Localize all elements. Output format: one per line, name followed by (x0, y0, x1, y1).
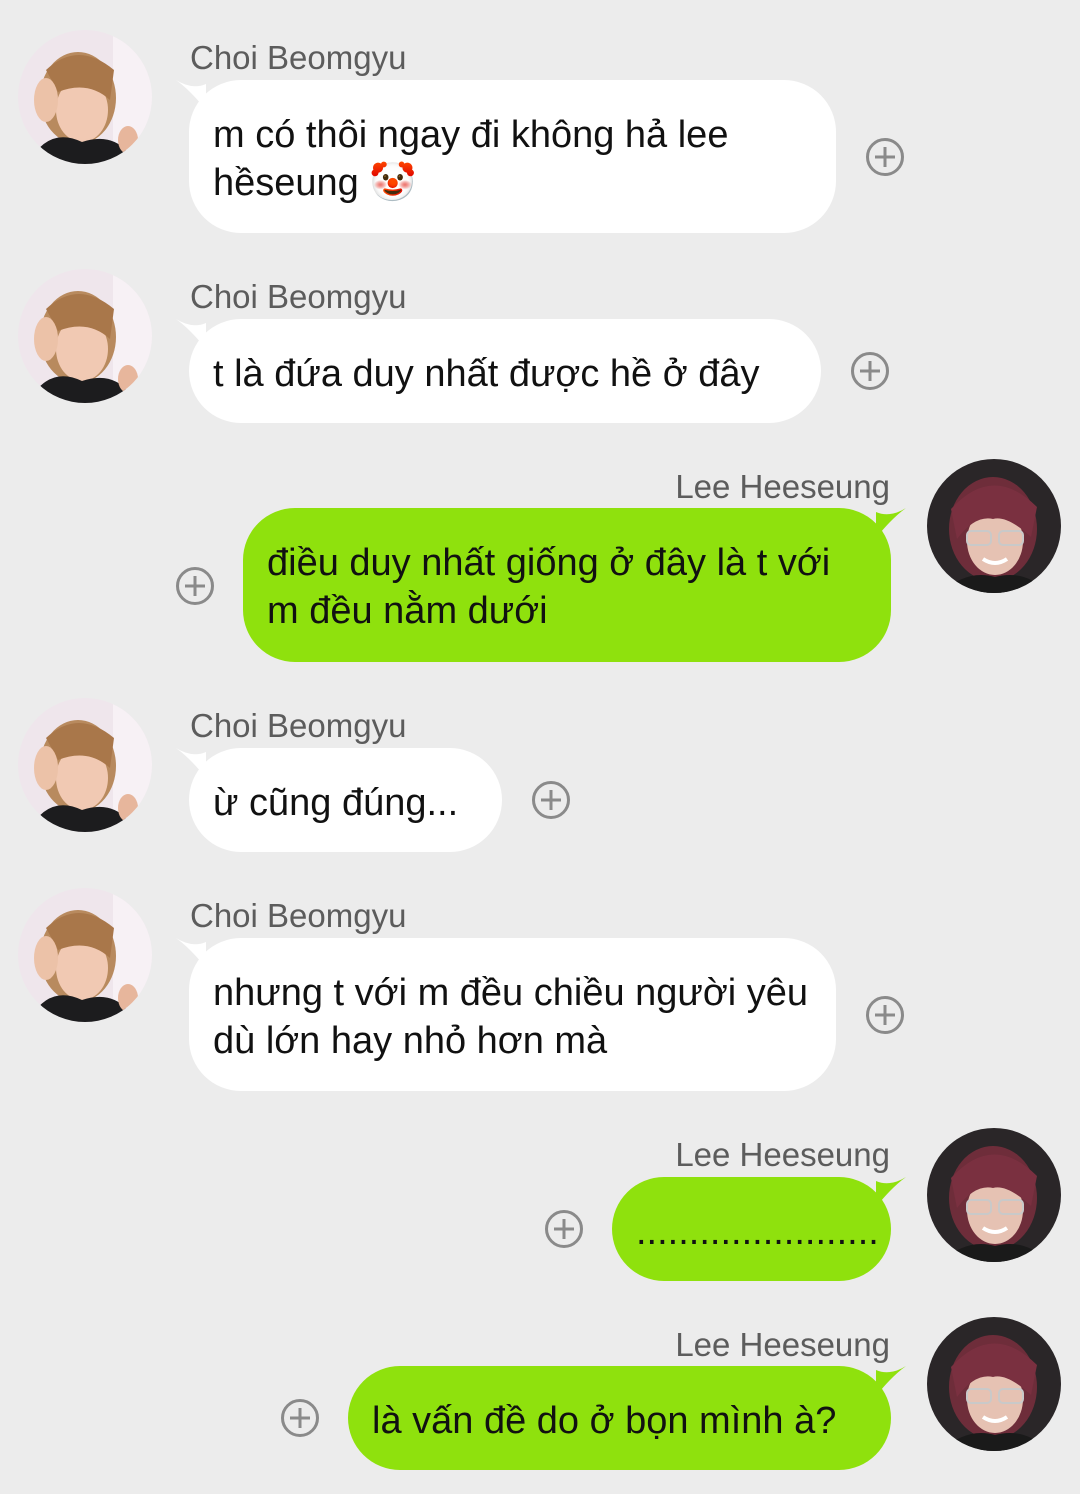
avatar[interactable] (927, 459, 1061, 593)
avatar[interactable] (927, 1317, 1061, 1451)
message-text: ....................... (636, 1211, 879, 1253)
add-reaction-icon[interactable] (865, 137, 905, 177)
message-text: m có thôi ngay đi không hả lee hềseung 🤡 (213, 114, 729, 204)
message-text: điều duy nhất giống ở đây là t với m đều… (267, 542, 831, 632)
add-reaction-icon[interactable] (280, 1398, 320, 1438)
message-bubble[interactable]: nhưng t với m đều chiều người yêu dù lớn… (189, 938, 836, 1091)
sender-name: Choi Beomgyu (190, 707, 407, 744)
add-reaction-icon[interactable] (544, 1209, 584, 1249)
avatar[interactable] (18, 888, 152, 1022)
avatar[interactable] (18, 30, 152, 164)
add-reaction-icon[interactable] (531, 780, 571, 820)
message-text: nhưng t với m đều chiều người yêu dù lớn… (213, 972, 809, 1062)
add-reaction-icon[interactable] (850, 351, 890, 391)
message-bubble[interactable]: ....................... (612, 1177, 891, 1281)
message-text: ừ cũng đúng... (213, 782, 459, 824)
message-bubble[interactable]: là vấn đề do ở bọn mình à? (348, 1366, 891, 1470)
sender-name: Lee Heeseung (675, 468, 890, 505)
message-bubble[interactable]: t là đứa duy nhất được hề ở đây (189, 319, 821, 423)
message-text: là vấn đề do ở bọn mình à? (372, 1400, 837, 1442)
message-bubble[interactable]: m có thôi ngay đi không hả lee hềseung 🤡 (189, 80, 836, 233)
avatar[interactable] (927, 1128, 1061, 1262)
sender-name: Choi Beomgyu (190, 39, 407, 76)
add-reaction-icon[interactable] (175, 566, 215, 606)
sender-name: Lee Heeseung (675, 1136, 890, 1173)
avatar[interactable] (18, 698, 152, 832)
add-reaction-icon[interactable] (865, 995, 905, 1035)
sender-name: Choi Beomgyu (190, 897, 407, 934)
avatar[interactable] (18, 269, 152, 403)
message-text: t là đứa duy nhất được hề ở đây (213, 353, 760, 395)
message-bubble[interactable]: ừ cũng đúng... (189, 748, 502, 852)
sender-name: Lee Heeseung (675, 1326, 890, 1363)
sender-name: Choi Beomgyu (190, 278, 407, 315)
message-bubble[interactable]: điều duy nhất giống ở đây là t với m đều… (243, 508, 891, 662)
